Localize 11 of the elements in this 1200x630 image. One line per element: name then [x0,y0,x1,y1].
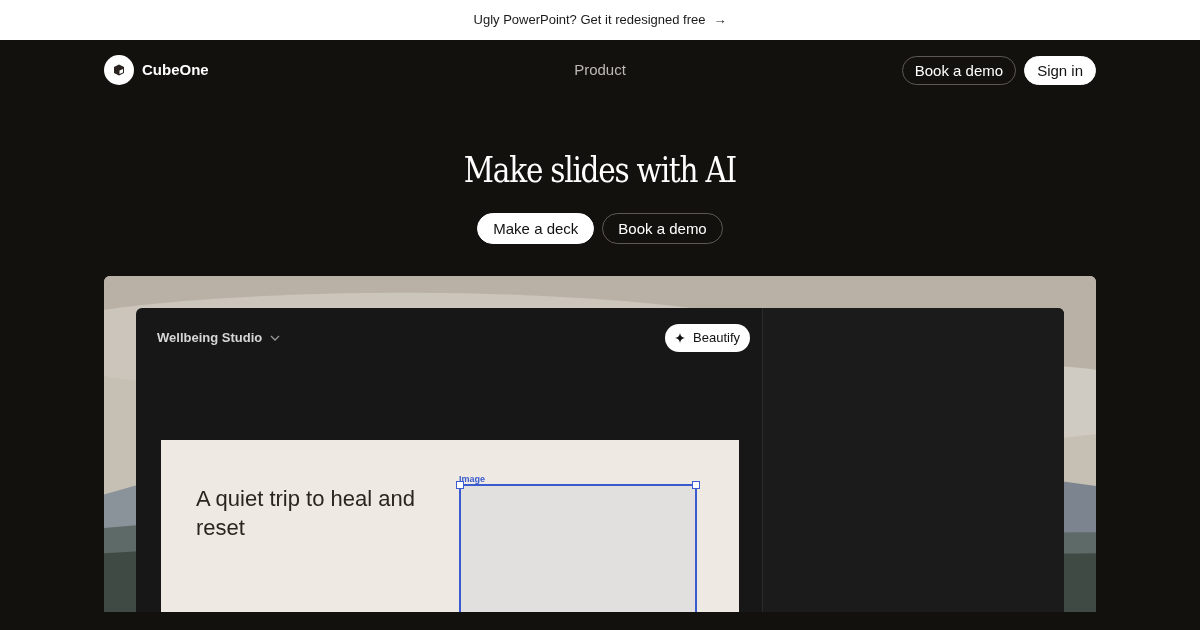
banner-text[interactable]: Ugly PowerPoint? Get it redesigned free [473,10,706,30]
image-label: Image [459,473,486,484]
primary-button[interactable]: Make a deck [477,213,595,245]
primary-button[interactable]: Sign in [1024,55,1096,85]
deck-title[interactable]: Wellbeing Studio [157,328,263,348]
brand-name[interactable]: CubeOne [142,58,209,82]
arrow-icon[interactable]: → [713,10,727,30]
slide-heading[interactable]: A quiet trip to heal and reset [196,483,426,613]
beautify-button[interactable]: Beautify [665,324,750,352]
hero-title: Make slides with AI [463,148,737,192]
nav-link[interactable]: Product [574,58,626,82]
